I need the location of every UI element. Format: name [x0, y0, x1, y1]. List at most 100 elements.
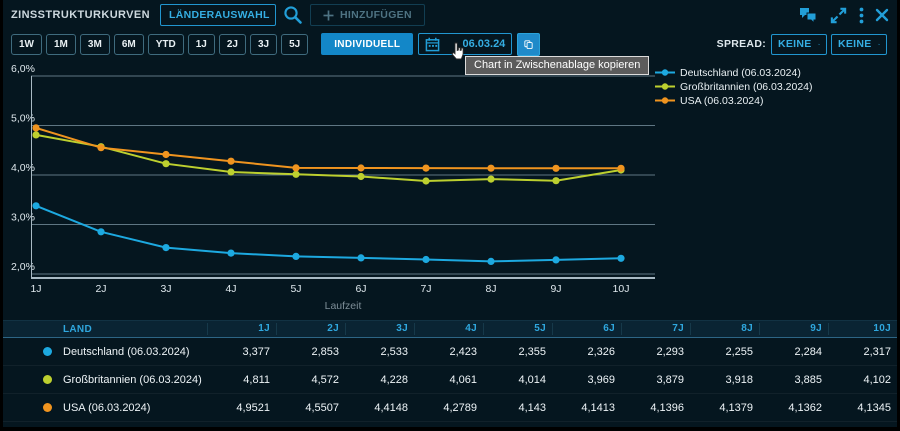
column-header-10j[interactable]: 10J [828, 323, 897, 335]
row-value-cell: 2,284 [759, 346, 828, 358]
data-point [162, 151, 169, 158]
column-header-7j[interactable]: 7J [621, 323, 690, 335]
more-options-button[interactable] [859, 7, 864, 24]
x-tick-label: 1J [30, 283, 41, 295]
row-value-cell: 4,4148 [345, 402, 414, 414]
table-body: Deutschland (06.03.2024)3,3772,8532,5332… [3, 338, 897, 422]
close-button[interactable] [875, 8, 889, 22]
data-point [162, 160, 169, 167]
legend-label: Großbritannien (06.03.2024) [680, 81, 813, 93]
data-point [292, 171, 299, 178]
x-tick-label: 3J [160, 283, 171, 295]
row-value-cell: 4,811 [207, 374, 276, 386]
row-value-cell: 2,355 [483, 346, 552, 358]
kebab-menu-icon [859, 7, 864, 24]
legend-item-2[interactable]: USA (06.03.2024) [655, 94, 813, 107]
period-button-6m[interactable]: 6M [114, 34, 144, 55]
mouse-cursor [450, 42, 465, 60]
row-value-cell: 4,5507 [276, 402, 345, 414]
series-line-0 [36, 206, 621, 262]
period-button-3m[interactable]: 3M [80, 34, 110, 55]
country-select[interactable]: LÄNDERAUSWAHL [160, 4, 276, 26]
series-color-dot [43, 403, 52, 412]
search-icon [282, 4, 304, 26]
table-header-row: LAND1J2J3J4J5J6J7J8J9J10J [3, 320, 897, 338]
column-header-6j[interactable]: 6J [552, 323, 621, 335]
compare-windows-button[interactable] [798, 6, 818, 24]
row-value-cell: 2,255 [690, 346, 759, 358]
row-value-cell: 4,1362 [759, 402, 828, 414]
data-point [97, 228, 104, 235]
y-tick-label: 6,0% [11, 63, 35, 75]
add-country-label: HINZUFÜGEN [340, 9, 412, 21]
column-header-5j[interactable]: 5J [483, 323, 552, 335]
period-button-1j[interactable]: 1J [188, 34, 215, 55]
column-header-1j[interactable]: 1J [207, 323, 276, 335]
data-point [32, 202, 39, 209]
period-button-1m[interactable]: 1M [46, 34, 76, 55]
data-point [552, 165, 559, 172]
panel-header: ZINSSTRUKTURKURVEN LÄNDERAUSWAHL HINZUFÜ… [3, 0, 897, 30]
date-input[interactable]: 06.03.24 [418, 33, 512, 55]
search-button[interactable] [282, 4, 304, 26]
data-point [357, 254, 364, 261]
legend-item-0[interactable]: Deutschland (06.03.2024) [655, 66, 813, 79]
legend-marker-icon [655, 96, 675, 105]
individual-period-button[interactable]: INDIVIDUELL [321, 33, 413, 55]
data-point [292, 164, 299, 171]
x-tick-label: 10J [613, 283, 630, 295]
window-controls [798, 6, 889, 25]
chevron-down-icon [878, 41, 880, 48]
row-value-cell: 4,9521 [207, 402, 276, 414]
period-button-2j[interactable]: 2J [219, 34, 246, 55]
row-dot-cell [33, 347, 61, 356]
table-row[interactable]: USA (06.03.2024)4,95214,55074,41484,2789… [3, 394, 897, 422]
x-axis-title: Laufzeit [325, 300, 362, 312]
series-color-dot [43, 347, 52, 356]
table-row[interactable]: Deutschland (06.03.2024)3,3772,8532,5332… [3, 338, 897, 366]
plus-icon [323, 10, 334, 21]
row-value-cell: 4,2789 [414, 402, 483, 414]
data-point [552, 177, 559, 184]
row-value-cell: 4,1345 [828, 402, 897, 414]
chart-legend: Deutschland (06.03.2024) Großbritannien (… [655, 66, 813, 107]
column-header-2j[interactable]: 2J [276, 323, 345, 335]
spread-select-1[interactable]: KEINE [771, 34, 827, 55]
copy-chart-button[interactable] [517, 33, 540, 56]
expand-button[interactable] [829, 6, 848, 25]
copy-tooltip: Chart in Zwischenablage kopieren [465, 56, 649, 75]
row-land-cell: USA (06.03.2024) [61, 402, 207, 414]
row-dot-cell [33, 403, 61, 412]
windows-overlap-icon [798, 6, 818, 24]
period-button-group: 1W1M3M6MYTD1J2J3J5J [11, 34, 312, 55]
row-value-cell: 3,377 [207, 346, 276, 358]
add-country-button[interactable]: HINZUFÜGEN [310, 4, 425, 26]
table-row[interactable]: Großbritannien (06.03.2024)4,8114,5724,2… [3, 366, 897, 394]
data-point [357, 164, 364, 171]
period-button-1w[interactable]: 1W [11, 34, 42, 55]
data-point [227, 250, 234, 257]
period-button-5j[interactable]: 5J [281, 34, 308, 55]
column-header-land[interactable]: LAND [61, 324, 207, 335]
data-point [227, 158, 234, 165]
data-point [552, 256, 559, 263]
data-point [292, 253, 299, 260]
row-value-cell: 2,533 [345, 346, 414, 358]
spread-select-group: KEINE KEINE [771, 34, 887, 55]
legend-item-1[interactable]: Großbritannien (06.03.2024) [655, 80, 813, 93]
column-header-3j[interactable]: 3J [345, 323, 414, 335]
spread-select-value: KEINE [838, 38, 872, 50]
row-value-cell: 3,879 [621, 374, 690, 386]
x-tick-label: 9J [550, 283, 561, 295]
data-point [422, 256, 429, 263]
legend-marker-icon [655, 82, 675, 91]
row-value-cell: 4,061 [414, 374, 483, 386]
spread-select-2[interactable]: KEINE [831, 34, 887, 55]
data-point [162, 244, 169, 251]
period-button-ytd[interactable]: YTD [148, 34, 184, 55]
row-value-cell: 2,317 [828, 346, 897, 358]
column-header-4j[interactable]: 4J [414, 323, 483, 335]
column-header-9j[interactable]: 9J [759, 323, 828, 335]
period-button-3j[interactable]: 3J [250, 34, 277, 55]
column-header-8j[interactable]: 8J [690, 323, 759, 335]
